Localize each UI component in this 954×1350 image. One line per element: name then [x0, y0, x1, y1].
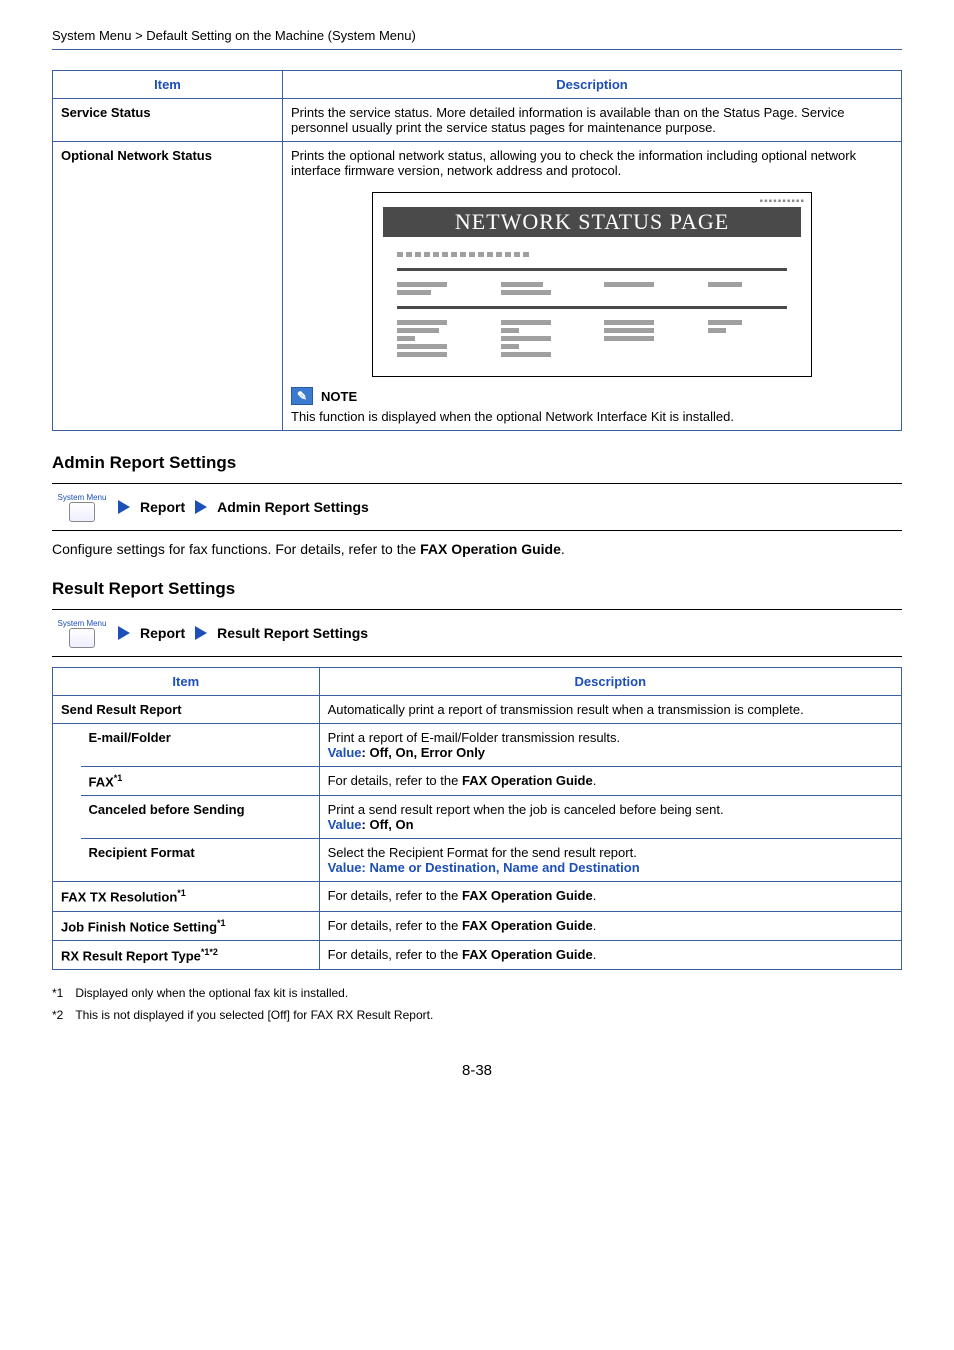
note-label: NOTE — [321, 389, 357, 404]
cell-desc: Print a report of E-mail/Folder transmis… — [328, 730, 893, 745]
table-row: FAX TX Resolution*1 For details, refer t… — [53, 882, 902, 911]
table-row: Optional Network Status Prints the optio… — [53, 142, 902, 431]
th-item: Item — [53, 71, 283, 99]
cell-desc: For details, refer to the FAX Operation … — [319, 940, 901, 969]
chevron-right-icon — [195, 626, 207, 640]
footnotes: *1Displayed only when the optional fax k… — [52, 986, 902, 1022]
cell-desc: For details, refer to the FAX Operation … — [319, 911, 901, 940]
nav-admin: System Menu Report Admin Report Settings — [52, 483, 902, 531]
table-row: Send Result Report Automatically print a… — [53, 696, 902, 724]
cell-item: Send Result Report — [53, 696, 320, 724]
cell-desc: Automatically print a report of transmis… — [319, 696, 901, 724]
note-text: This function is displayed when the opti… — [291, 409, 893, 424]
system-menu-icon: System Menu — [56, 490, 108, 524]
admin-body: Configure settings for fax functions. Fo… — [52, 541, 902, 557]
cell-desc: For details, refer to the FAX Operation … — [319, 882, 901, 911]
divider — [52, 49, 902, 50]
cell-item: Service Status — [61, 105, 151, 120]
table-row: Recipient Format Select the Recipient Fo… — [53, 839, 902, 882]
th-desc: Description — [319, 668, 901, 696]
th-desc: Description — [283, 71, 902, 99]
note-icon: ✎ — [291, 387, 313, 405]
heading-result: Result Report Settings — [52, 579, 902, 599]
network-status-illustration: ▪▪▪▪▪▪▪▪▪▪ NETWORK STATUS PAGE — [372, 192, 812, 377]
cell-item: Recipient Format — [81, 839, 320, 882]
cell-item: FAX*1 — [81, 767, 320, 796]
table-row: E-mail/Folder Print a report of E-mail/F… — [53, 724, 902, 767]
cell-item: E-mail/Folder — [81, 724, 320, 767]
table-row: Job Finish Notice Setting*1 For details,… — [53, 911, 902, 940]
chevron-right-icon — [118, 500, 130, 514]
nav-result: System Menu Report Result Report Setting… — [52, 609, 902, 657]
nav-step: Admin Report Settings — [217, 499, 369, 515]
cell-item: FAX TX Resolution*1 — [53, 882, 320, 911]
table-result-report: Item Description Send Result Report Auto… — [52, 667, 902, 970]
system-menu-icon: System Menu — [56, 616, 108, 650]
table-row: Canceled before Sending Print a send res… — [53, 796, 902, 839]
breadcrumb: System Menu > Default Setting on the Mac… — [52, 28, 902, 43]
table-service-status: Item Description Service Status Prints t… — [52, 70, 902, 431]
cell-item: Optional Network Status — [61, 148, 212, 163]
nav-step: Report — [140, 625, 185, 641]
table-row: Service Status Prints the service status… — [53, 99, 902, 142]
table-row: FAX*1 For details, refer to the FAX Oper… — [53, 767, 902, 796]
nav-step: Result Report Settings — [217, 625, 368, 641]
th-item: Item — [53, 668, 320, 696]
cell-item: RX Result Report Type*1*2 — [53, 940, 320, 969]
heading-admin: Admin Report Settings — [52, 453, 902, 473]
cell-desc: Select the Recipient Format for the send… — [328, 845, 893, 860]
cell-desc: Prints the optional network status, allo… — [291, 148, 893, 178]
illustration-title: NETWORK STATUS PAGE — [383, 207, 801, 237]
nav-step: Report — [140, 499, 185, 515]
chevron-right-icon — [118, 626, 130, 640]
cell-desc: Prints the service status. More detailed… — [283, 99, 902, 142]
chevron-right-icon — [195, 500, 207, 514]
cell-desc: For details, refer to the FAX Operation … — [319, 767, 901, 796]
page-number: 8-38 — [52, 1062, 902, 1079]
cell-item: Job Finish Notice Setting*1 — [53, 911, 320, 940]
table-row: RX Result Report Type*1*2 For details, r… — [53, 940, 902, 969]
cell-item: Canceled before Sending — [81, 796, 320, 839]
cell-desc: Print a send result report when the job … — [328, 802, 893, 817]
